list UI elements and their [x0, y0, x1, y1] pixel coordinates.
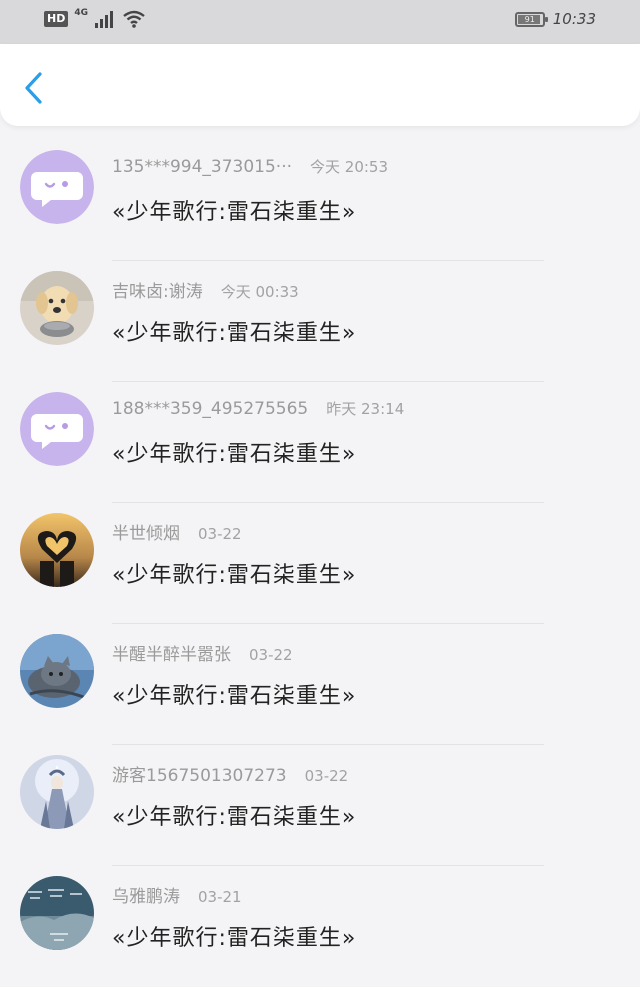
timestamp: 今天 00:33	[220, 283, 299, 301]
username[interactable]: 吉味卤:谢涛	[112, 282, 203, 302]
avatar[interactable]	[20, 392, 94, 466]
timestamp: 今天 20:53	[310, 158, 389, 176]
clock: 10:33	[552, 10, 596, 28]
username[interactable]: 135***994_373015···	[112, 157, 292, 177]
hd-badge: HD	[44, 11, 69, 27]
header	[0, 44, 640, 126]
book-title[interactable]: «少年歌行:雷石柒重生»	[112, 799, 356, 831]
status-right: 91 10:33	[514, 10, 596, 28]
book-title[interactable]: «少年歌行:雷石柒重生»	[112, 678, 356, 710]
wifi-icon	[123, 10, 145, 28]
list-item[interactable]: 游客1567501307273 03-22 «少年歌行:雷石柒重生»	[0, 745, 640, 866]
chevron-left-icon	[25, 72, 42, 104]
list-item[interactable]: 135***994_373015··· 今天 20:53 «少年歌行:雷石柒重生»	[0, 140, 640, 261]
avatar[interactable]	[20, 755, 94, 829]
chat-bubble-avatar-icon	[20, 150, 94, 224]
chat-bubble-avatar-icon	[20, 392, 94, 466]
comment-meta: 半醒半醉半嚣张 03-22	[112, 640, 293, 665]
timestamp: 昨天 23:14	[326, 400, 405, 418]
comment-meta: 半世倾烟 03-22	[112, 519, 242, 544]
timestamp: 03-21	[198, 888, 242, 906]
timestamp: 03-22	[249, 646, 293, 664]
comment-meta: 188***359_495275565 昨天 23:14	[112, 398, 404, 419]
timestamp: 03-22	[304, 767, 349, 785]
avatar[interactable]	[20, 513, 94, 587]
username[interactable]: 188***359_495275565	[112, 399, 308, 419]
calligraphy-landscape-avatar-icon	[20, 876, 94, 950]
status-left: HD 4G	[44, 8, 146, 28]
list-item[interactable]: 乌雅鹏涛 03-21 «少年歌行:雷石柒重生»	[0, 866, 640, 987]
list-item[interactable]: 188***359_495275565 昨天 23:14 «少年歌行:雷石柒重生»	[0, 382, 640, 503]
username[interactable]: 游客1567501307273	[112, 766, 287, 786]
network-type-label: 4G	[74, 8, 88, 18]
back-button[interactable]	[18, 68, 48, 108]
fantasy-figure-avatar-icon	[20, 755, 94, 829]
avatar[interactable]	[20, 876, 94, 950]
list-item[interactable]: 半醒半醉半嚣张 03-22 «少年歌行:雷石柒重生»	[0, 624, 640, 745]
book-title[interactable]: «少年歌行:雷石柒重生»	[112, 194, 356, 226]
comment-list: 135***994_373015··· 今天 20:53 «少年歌行:雷石柒重生»…	[0, 140, 640, 987]
comment-meta: 游客1567501307273 03-22	[112, 761, 348, 786]
signal-icon	[95, 11, 113, 28]
dog-photo-avatar-icon	[20, 271, 94, 345]
username[interactable]: 乌雅鹏涛	[112, 887, 180, 907]
battery-icon: 91	[514, 11, 548, 27]
comment-meta: 135***994_373015··· 今天 20:53	[112, 156, 388, 177]
list-item[interactable]: 半世倾烟 03-22 «少年歌行:雷石柒重生»	[0, 503, 640, 624]
avatar[interactable]	[20, 150, 94, 224]
status-bar: HD 4G 91 10:33	[0, 0, 640, 44]
avatar[interactable]	[20, 634, 94, 708]
book-title[interactable]: «少年歌行:雷石柒重生»	[112, 557, 356, 589]
username[interactable]: 半醒半醉半嚣张	[112, 645, 231, 665]
book-title[interactable]: «少年歌行:雷石柒重生»	[112, 920, 356, 952]
battery-level-text: 91	[524, 14, 535, 24]
comment-meta: 乌雅鹏涛 03-21	[112, 882, 242, 907]
book-title[interactable]: «少年歌行:雷石柒重生»	[112, 315, 356, 347]
comment-meta: 吉味卤:谢涛 今天 00:33	[112, 277, 299, 302]
timestamp: 03-22	[198, 525, 242, 543]
heart-hands-photo-avatar-icon	[20, 513, 94, 587]
cat-photo-avatar-icon	[20, 634, 94, 708]
username[interactable]: 半世倾烟	[112, 524, 180, 544]
avatar[interactable]	[20, 271, 94, 345]
list-item[interactable]: 吉味卤:谢涛 今天 00:33 «少年歌行:雷石柒重生»	[0, 261, 640, 382]
book-title[interactable]: «少年歌行:雷石柒重生»	[112, 436, 356, 468]
